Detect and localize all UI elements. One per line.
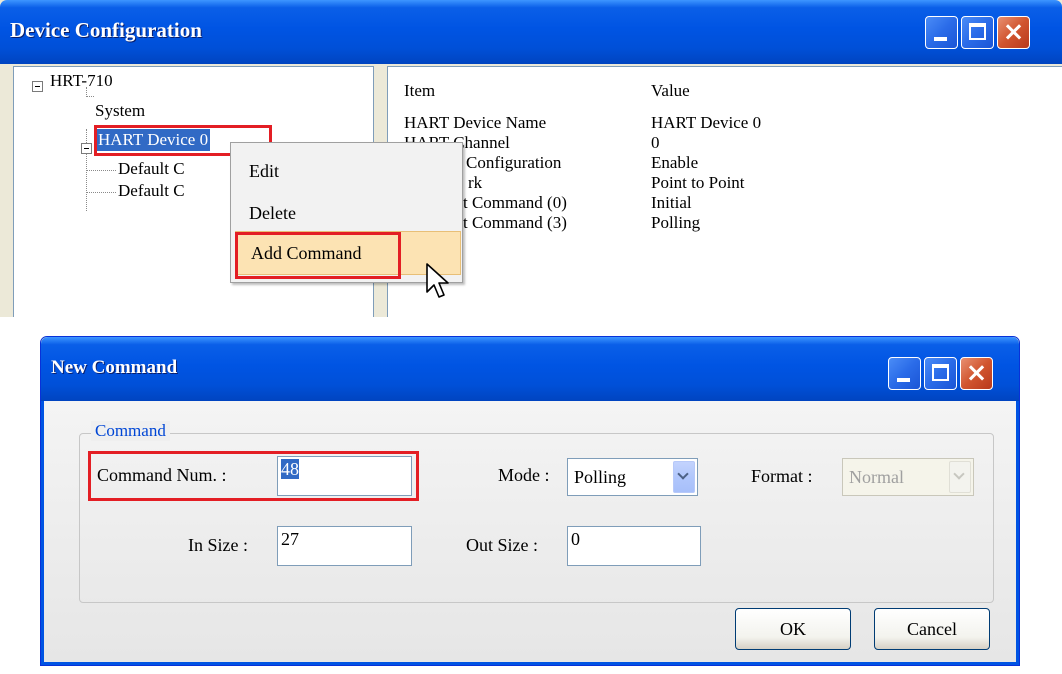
mode-select[interactable]: Polling — [567, 458, 698, 496]
maximize-icon — [969, 23, 986, 40]
window-frame — [41, 662, 1019, 665]
menu-item-delete[interactable]: Delete — [249, 203, 296, 224]
tree-item-default-command-3[interactable]: Default C — [118, 181, 185, 201]
title-bar: New Command × — [41, 337, 1019, 401]
collapse-root-icon[interactable] — [32, 81, 43, 92]
chevron-down-icon[interactable] — [673, 461, 695, 493]
tree-root-label[interactable]: HRT-710 — [50, 71, 113, 91]
out-size-input[interactable]: 0 — [567, 526, 701, 566]
property-grid[interactable]: Item Value HART Device Name HART Device … — [387, 66, 1062, 317]
row-item: t Command (0) — [463, 193, 567, 212]
window-frame — [41, 401, 44, 665]
row-value: Point to Point — [651, 173, 745, 192]
window-frame — [1016, 401, 1019, 665]
format-select: Normal — [842, 458, 974, 496]
minimize-button[interactable] — [888, 357, 921, 390]
row-item: HART Device Name — [404, 113, 547, 132]
device-configuration-window: Device Configuration × HRT-710 System HA… — [0, 0, 1062, 317]
row-value: HART Device 0 — [651, 113, 762, 132]
close-button[interactable]: × — [960, 357, 993, 390]
minimize-icon — [934, 37, 947, 41]
out-size-label: Out Size : — [466, 535, 538, 555]
ok-button[interactable]: OK — [735, 608, 851, 650]
tree-item-default-command-0[interactable]: Default C — [118, 159, 185, 179]
chevron-down-icon — [949, 461, 971, 493]
title-bar: Device Configuration × — [0, 0, 1062, 64]
cancel-button[interactable]: Cancel — [874, 608, 990, 650]
highlight-box — [235, 232, 401, 279]
new-command-dialog: New Command × Command Command Num. : 48 … — [40, 336, 1020, 666]
dialog-title: New Command — [51, 357, 178, 378]
mode-value: Polling — [574, 467, 627, 487]
in-size-label: In Size : — [188, 535, 248, 555]
maximize-icon — [932, 364, 949, 381]
row-value: Enable — [651, 153, 699, 172]
column-header-value[interactable]: Value — [651, 81, 690, 101]
group-label: Command — [91, 421, 170, 441]
row-value: 0 — [651, 133, 660, 152]
row-item: rk — [468, 173, 483, 192]
tree-line — [86, 96, 94, 97]
menu-item-edit[interactable]: Edit — [249, 161, 279, 182]
tree-item-system[interactable]: System — [95, 101, 145, 121]
minimize-icon — [897, 378, 910, 382]
row-item: t Command (3) — [463, 213, 567, 232]
collapse-device-icon[interactable] — [81, 143, 92, 154]
close-icon: × — [965, 358, 988, 388]
maximize-button[interactable] — [924, 357, 957, 390]
in-size-input[interactable]: 27 — [277, 526, 412, 566]
minimize-button[interactable] — [925, 16, 958, 49]
maximize-button[interactable] — [961, 16, 994, 49]
tree-line — [86, 170, 116, 171]
column-header-item[interactable]: Item — [404, 81, 435, 101]
format-label: Format : — [751, 466, 813, 486]
tree-line — [86, 192, 116, 193]
mode-label: Mode : — [498, 465, 550, 485]
mouse-cursor-icon — [426, 263, 449, 298]
window-title: Device Configuration — [10, 18, 202, 42]
row-value: Polling — [651, 213, 701, 232]
row-value: Initial — [651, 193, 692, 212]
highlight-box — [88, 451, 419, 501]
row-item: Configuration — [466, 153, 562, 172]
close-icon: × — [1002, 17, 1025, 47]
format-value: Normal — [849, 467, 904, 487]
close-button[interactable]: × — [997, 16, 1030, 49]
